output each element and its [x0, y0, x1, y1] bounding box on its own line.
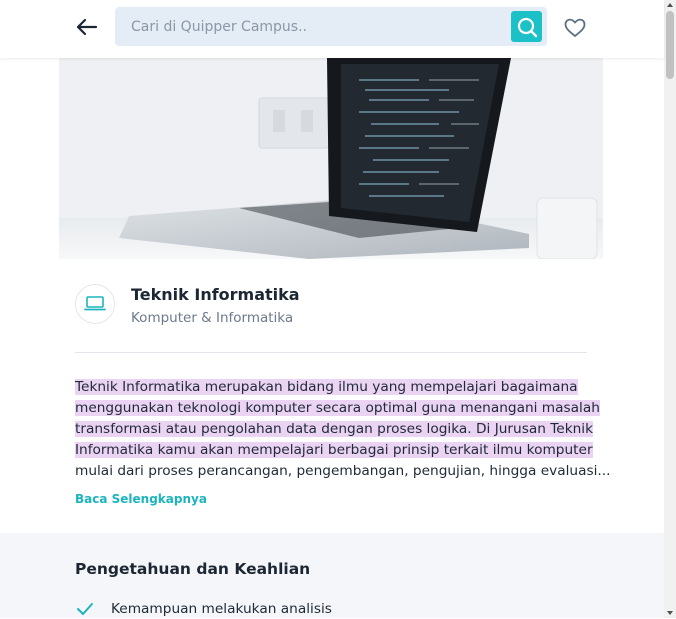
- search-icon: [517, 17, 537, 37]
- scroll-down-arrow-icon[interactable]: [667, 611, 673, 615]
- heart-icon: [564, 18, 586, 37]
- scrollbar[interactable]: [664, 0, 676, 618]
- description-line: menggunakan teknologi komputer secara op…: [75, 400, 600, 416]
- scroll-up-arrow-icon[interactable]: [667, 3, 673, 7]
- search-input[interactable]: [115, 7, 505, 46]
- search-bar: [115, 7, 547, 46]
- description-line: Teknik Informatika merupakan bidang ilmu…: [75, 379, 578, 395]
- arrow-left-icon: [76, 18, 98, 36]
- skill-item: Kemampuan melakukan analisis: [75, 599, 332, 619]
- major-description: Teknik Informatika merupakan bidang ilmu…: [75, 377, 611, 482]
- top-bar: [0, 0, 664, 58]
- hero-image: [59, 58, 603, 259]
- description-line: Informatika kamu akan mempelajari berbag…: [75, 442, 593, 458]
- search-button[interactable]: [511, 11, 542, 42]
- scrollbar-thumb[interactable]: [666, 11, 674, 79]
- description-line: transformasi atau pengolahan data dengan…: [75, 421, 594, 437]
- skills-section: Pengetahuan dan Keahlian Kemampuan melak…: [0, 533, 664, 618]
- major-icon-badge: [75, 284, 115, 324]
- laptop-icon: [84, 296, 106, 311]
- back-button[interactable]: [74, 14, 100, 40]
- skill-label: Kemampuan melakukan analisis: [111, 601, 332, 617]
- laptop-photo: [59, 58, 603, 259]
- skills-title: Pengetahuan dan Keahlian: [75, 560, 311, 578]
- major-category: Komputer & Informatika: [131, 310, 294, 326]
- major-title: Teknik Informatika: [131, 285, 300, 304]
- description-line: mulai dari proses perancangan, pengemban…: [75, 463, 611, 479]
- check-icon: [75, 599, 95, 619]
- read-more-link[interactable]: Baca Selengkapnya: [75, 492, 207, 506]
- favorite-button[interactable]: [562, 15, 588, 41]
- divider: [75, 352, 587, 353]
